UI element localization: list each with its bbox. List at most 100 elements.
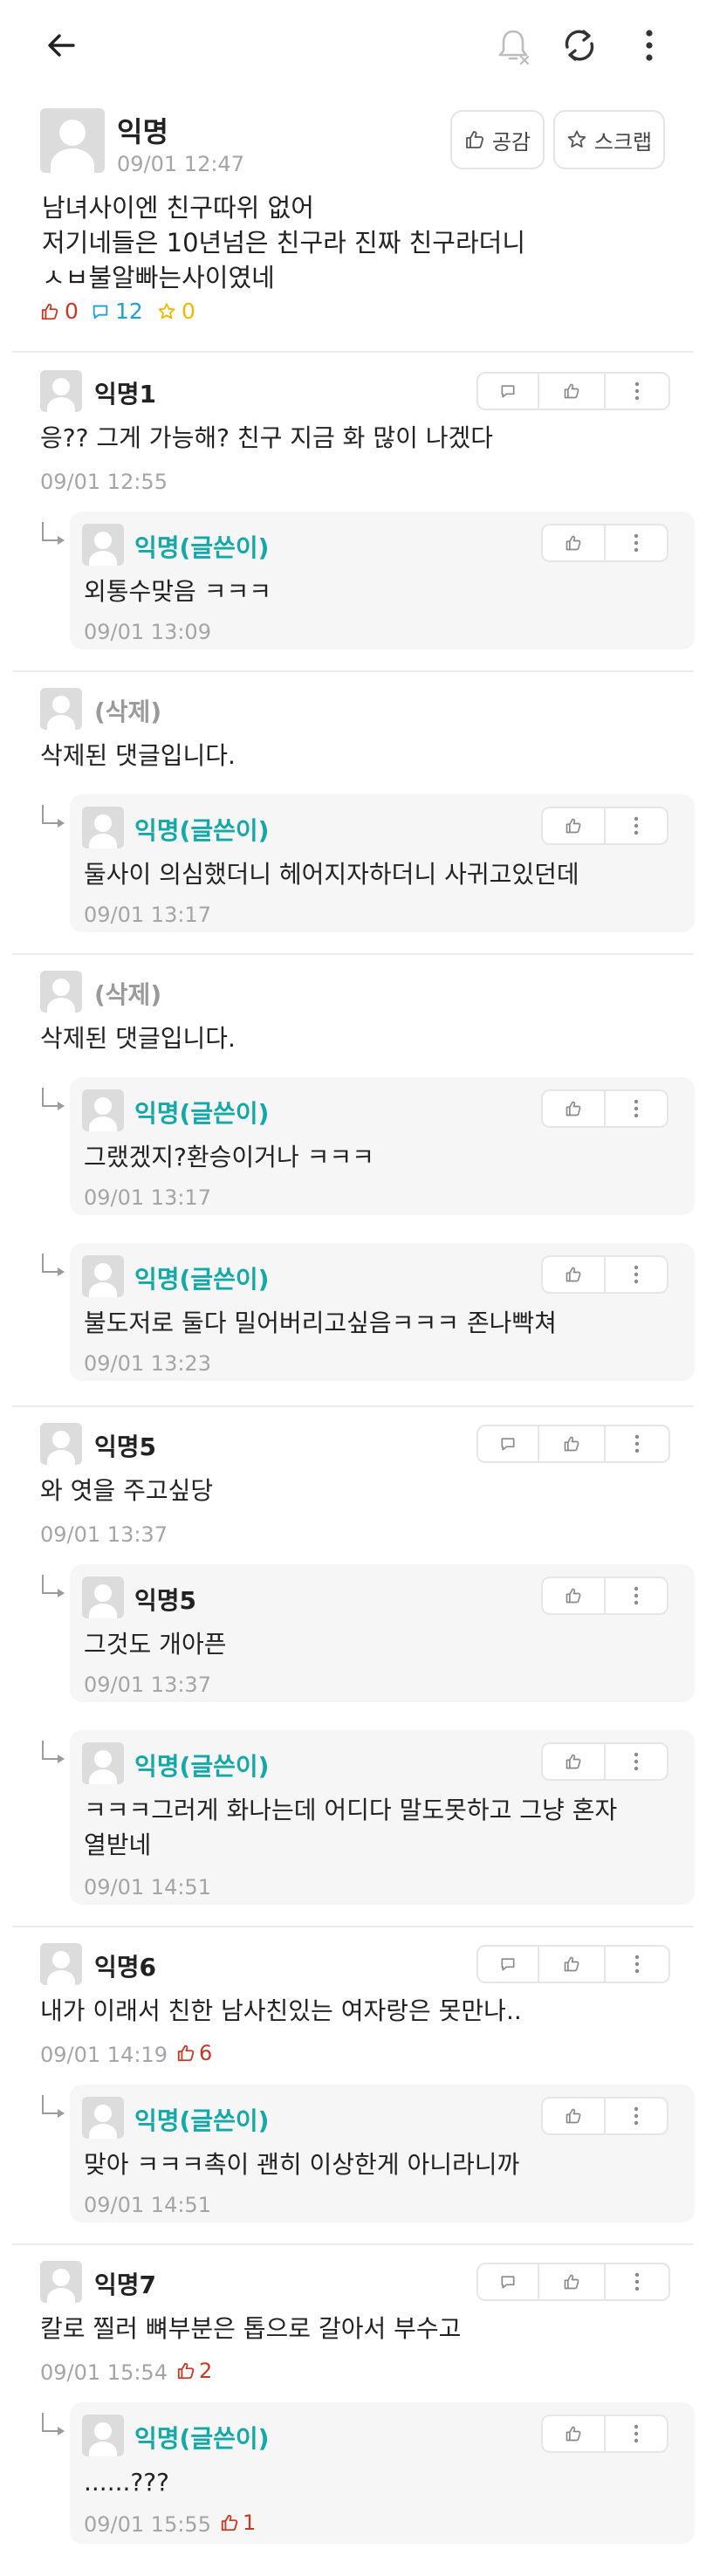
comment-time: 09/01 13:37 [40,1522,168,1547]
comment-author: (삭제) [94,697,162,726]
reply-time: 09/01 14:51 [84,1875,211,1899]
like-button[interactable]: 공감 [450,110,545,169]
scrap-button[interactable]: 스크랩 [553,110,665,169]
avatar [40,370,82,412]
reply-actions [541,1577,668,1615]
reply-actions [541,1742,668,1781]
reply-more-button[interactable] [606,1091,667,1126]
thumbs-up-icon [565,1754,581,1769]
reply-like-button[interactable] [543,2099,606,2133]
notification-off-icon [498,30,530,65]
reply-like-button[interactable] [543,1091,606,1126]
avatar [82,1577,124,1618]
reply-button[interactable] [478,1947,539,1982]
reply-arrow-icon [42,1575,65,1597]
thumbs-up-icon [564,1436,579,1452]
comment-time: 09/01 14:19 [40,2043,168,2067]
comment-text: 삭제된 댓글입니다. [40,1024,236,1053]
reply-like-button[interactable] [543,808,606,843]
comment-like-button[interactable] [539,2264,606,2299]
reply-like-button[interactable] [543,1578,606,1613]
avatar [82,524,124,566]
reply-more-button[interactable] [606,1257,667,1292]
avatar [40,971,82,1013]
notification-button[interactable] [487,19,539,72]
reply-like-button[interactable] [543,1744,606,1779]
refresh-icon [565,30,594,61]
reply-arrow-icon [42,805,65,828]
reply-arrow-icon [42,1088,65,1110]
divider [12,2243,694,2245]
reply-like-button[interactable] [543,1257,606,1292]
reply-actions [541,807,668,845]
more-vertical-icon [634,2272,640,2291]
more-vertical-icon [634,533,639,553]
divider [12,670,694,672]
more-vertical-icon [634,1586,639,1605]
reply-more-button[interactable] [606,2099,667,2133]
reply: 익명5 그것도 개아픈 09/01 13:37 [70,1564,695,1702]
reply-button[interactable] [478,2264,539,2299]
comment-like-button[interactable] [539,1947,606,1982]
reply-more-button[interactable] [606,808,667,843]
reply-like-button[interactable] [543,2416,606,2451]
post-body-line: 저기네들은 10년넘은 친구라 진짜 친구라더니 [42,228,526,258]
thumbs-up-icon [565,535,581,551]
reply: 익명(글쓴이) 둘사이 의심했더니 헤어지자하더니 사귀고있던데 09/01 1… [70,794,695,932]
reply-text: ㅋㅋㅋ그러게 화나는데 어디다 말도못하고 그냥 혼자 열받네 [84,1793,617,1863]
reply-text: 불도저로 둘다 밀어버리고싶음ㅋㅋㅋ 존나빡쳐 [84,1309,557,1337]
thumbs-up-icon [564,1956,579,1972]
reply-more-button[interactable] [606,1578,667,1613]
back-arrow-icon [48,34,75,57]
reply-author: 익명(글쓴이) [134,2424,270,2453]
refresh-button[interactable] [553,19,606,72]
reply-arrow-icon [42,1741,65,1763]
more-vertical-icon [634,1954,640,1974]
post-body-line: ㅅㅂ불알빠는사이였네 [42,263,275,292]
comment-more-button[interactable] [606,1947,668,1982]
comment-actions [476,2263,670,2301]
comment-more-button[interactable] [606,374,668,409]
comment-author: 익명5 [94,1432,157,1461]
more-vertical-icon [634,381,640,401]
reply-like-button[interactable] [543,526,606,560]
more-menu-button[interactable] [623,19,675,72]
comment-like-button[interactable] [539,374,606,409]
thumbs-up-icon [177,2044,195,2062]
avatar [82,1255,124,1297]
post-like-number: 0 [65,299,79,324]
reply-time: 09/01 13:09 [84,620,211,644]
thumbs-up-icon [564,383,579,399]
reply-more-button[interactable] [606,526,667,560]
post-body-line: 남녀사이엔 친구따위 없어 [42,193,314,223]
reply-time: 09/01 14:51 [84,2193,211,2217]
comment-like-button[interactable] [539,1426,606,1461]
reply-more-button[interactable] [606,2416,667,2451]
comment-actions [476,1425,670,1463]
comment-like-number: 6 [199,2041,213,2065]
reply-text: 그것도 개아픈 [84,1630,227,1659]
comment-more-button[interactable] [606,1426,668,1461]
more-vertical-icon [634,2106,639,2126]
avatar [40,1943,82,1985]
reply-time: 09/01 13:23 [84,1351,211,1376]
more-vertical-icon [634,1752,639,1771]
reply-button[interactable] [478,1426,539,1461]
thumbs-up-icon [565,2108,581,2124]
reply-actions [541,1089,668,1128]
reply-more-button[interactable] [606,1744,667,1779]
back-button[interactable] [35,19,87,72]
reply-author: 익명(글쓴이) [134,1752,270,1781]
thumbs-up-icon [564,2274,579,2290]
reply-button[interactable] [478,374,539,409]
reply-like-count: 1 [220,2511,256,2535]
chat-bubble-icon [501,2276,515,2289]
reply-text: 둘사이 의심했더니 헤어지자하더니 사귀고있던데 [84,860,579,889]
thumbs-up-icon [221,2514,238,2531]
thumbs-up-icon [565,1101,581,1116]
comment-more-button[interactable] [606,2264,668,2299]
reply-actions [541,1255,668,1294]
star-icon [567,130,586,148]
post-scrap-count: 0 [157,299,195,324]
comment-text: 내가 이래서 친한 남사친있는 여자랑은 못만나.. [40,1996,522,2025]
